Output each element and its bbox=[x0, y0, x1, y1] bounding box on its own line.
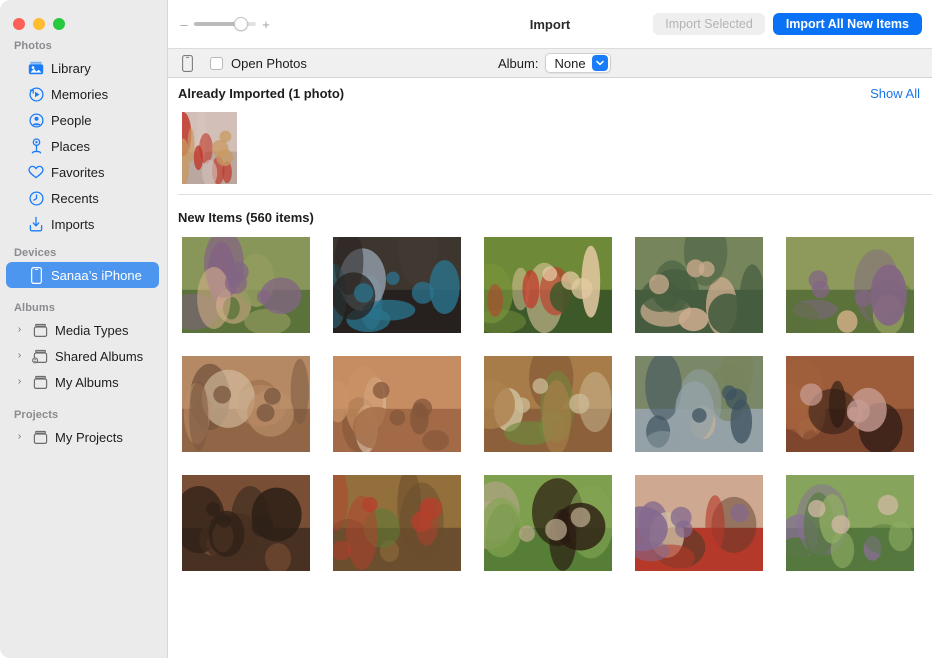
already-imported-header: Already Imported (1 photo) Show All bbox=[168, 78, 932, 108]
sidebar-item-imports[interactable]: Imports bbox=[6, 211, 159, 237]
sidebar-item-label: Media Types bbox=[55, 324, 128, 337]
zoom-out-icon[interactable]: – bbox=[180, 18, 188, 31]
photo-thumbnail[interactable] bbox=[333, 237, 461, 333]
sidebar-item-label: Shared Albums bbox=[55, 350, 143, 363]
clock-icon bbox=[28, 190, 44, 206]
sidebar-item-favorites[interactable]: Favorites bbox=[6, 159, 159, 185]
people-icon bbox=[28, 112, 44, 128]
sidebar-section-header-photos: Photos bbox=[0, 40, 167, 55]
sidebar-item-label: Library bbox=[51, 62, 91, 75]
memories-icon bbox=[28, 86, 44, 102]
photo-thumbnail[interactable] bbox=[786, 475, 914, 571]
sidebar-section-header-devices: Devices bbox=[0, 247, 167, 262]
sidebar-group-devices: Devices Sanaa’s iPhone bbox=[0, 247, 167, 288]
import-content[interactable]: Already Imported (1 photo) Show All New … bbox=[168, 78, 932, 658]
chevron-right-icon[interactable]: › bbox=[14, 325, 25, 335]
chevron-right-icon[interactable]: › bbox=[14, 377, 25, 387]
album-dropdown-value: None bbox=[554, 56, 585, 71]
chevron-right-icon[interactable]: › bbox=[14, 351, 25, 361]
show-all-link[interactable]: Show All bbox=[870, 86, 920, 101]
sidebar-item-memories[interactable]: Memories bbox=[6, 81, 159, 107]
album-icon bbox=[32, 322, 48, 338]
sidebar-group-albums: Albums › Media Types › Shared Albums › My Albu… bbox=[0, 302, 167, 395]
zoom-in-icon[interactable]: + bbox=[262, 18, 270, 31]
zoom-button[interactable] bbox=[53, 18, 65, 30]
photo-thumbnail[interactable] bbox=[484, 475, 612, 571]
photo-thumbnail[interactable] bbox=[635, 356, 763, 452]
shared-album-icon bbox=[32, 348, 48, 364]
photo-thumbnail[interactable] bbox=[182, 237, 310, 333]
photo-thumbnail[interactable] bbox=[484, 356, 612, 452]
sidebar-item-recents[interactable]: Recents bbox=[6, 185, 159, 211]
sidebar-item-label: Imports bbox=[51, 218, 94, 231]
sidebar-groups: Photos Library Memories People Places Favorit… bbox=[0, 40, 167, 450]
photo-thumbnail[interactable] bbox=[182, 356, 310, 452]
sidebar-item-label: Sanaa’s iPhone bbox=[51, 269, 142, 282]
import-all-new-items-button[interactable]: Import All New Items bbox=[773, 13, 922, 35]
sidebar-item-label: Favorites bbox=[51, 166, 104, 179]
sidebar-item-places[interactable]: Places bbox=[6, 133, 159, 159]
close-button[interactable] bbox=[13, 18, 25, 30]
new-items-grid bbox=[168, 229, 932, 571]
album-dropdown[interactable]: None bbox=[545, 53, 610, 73]
photo-thumbnail[interactable] bbox=[333, 356, 461, 452]
photo-thumbnail[interactable] bbox=[786, 356, 914, 452]
photo-thumbnail[interactable] bbox=[333, 475, 461, 571]
toolbar-actions: Import Selected Import All New Items bbox=[653, 13, 922, 35]
album-icon bbox=[32, 374, 48, 390]
sidebar-group-photos: Photos Library Memories People Places Favorit… bbox=[0, 40, 167, 237]
iphone-icon bbox=[28, 267, 44, 283]
photo-thumbnail[interactable] bbox=[786, 237, 914, 333]
device-subtoolbar: Open Photos Album: None bbox=[168, 48, 932, 78]
album-label: Album: bbox=[498, 56, 538, 71]
sidebar-item-shared-albums[interactable]: › Shared Albums bbox=[6, 343, 159, 369]
import-icon bbox=[28, 216, 44, 232]
sidebar: Photos Library Memories People Places Favorit… bbox=[0, 0, 168, 658]
photo-thumbnail[interactable] bbox=[635, 237, 763, 333]
sidebar-section-header-projects: Projects bbox=[0, 409, 167, 424]
places-icon bbox=[28, 138, 44, 154]
thumbnail-zoom-slider[interactable]: – + bbox=[180, 18, 270, 31]
heart-icon bbox=[28, 164, 44, 180]
zoom-slider-track[interactable] bbox=[194, 22, 256, 26]
photo-thumbnail[interactable] bbox=[182, 475, 310, 571]
sidebar-item-label: My Albums bbox=[55, 376, 119, 389]
sidebar-item-label: My Projects bbox=[55, 431, 123, 444]
main-area: – + Import Import Selected Import All Ne… bbox=[168, 0, 932, 658]
photo-thumbnail[interactable] bbox=[635, 475, 763, 571]
traffic-lights bbox=[0, 0, 167, 30]
minimize-button[interactable] bbox=[33, 18, 45, 30]
album-icon bbox=[32, 429, 48, 445]
already-imported-thumbnail[interactable] bbox=[182, 112, 237, 184]
zoom-slider-knob[interactable] bbox=[234, 17, 248, 31]
open-photos-label: Open Photos bbox=[231, 56, 307, 71]
sidebar-item-sanaa-s-iphone[interactable]: Sanaa’s iPhone bbox=[6, 262, 159, 288]
photos-import-window: Photos Library Memories People Places Favorit… bbox=[0, 0, 932, 658]
new-items-title: New Items (560 items) bbox=[178, 210, 314, 225]
open-photos-checkbox[interactable] bbox=[210, 57, 223, 70]
sidebar-item-my-projects[interactable]: › My Projects bbox=[6, 424, 159, 450]
library-icon bbox=[28, 60, 44, 76]
import-selected-button[interactable]: Import Selected bbox=[653, 13, 765, 35]
album-selector-group: Album: None bbox=[498, 53, 611, 73]
sidebar-item-media-types[interactable]: › Media Types bbox=[6, 317, 159, 343]
sidebar-item-label: Recents bbox=[51, 192, 99, 205]
new-items-header: New Items (560 items) bbox=[168, 195, 932, 229]
sidebar-item-label: People bbox=[51, 114, 91, 127]
sidebar-item-label: Memories bbox=[51, 88, 108, 101]
iphone-icon bbox=[182, 54, 196, 72]
sidebar-item-library[interactable]: Library bbox=[6, 55, 159, 81]
chevron-down-icon bbox=[592, 55, 608, 71]
sidebar-item-my-albums[interactable]: › My Albums bbox=[6, 369, 159, 395]
already-imported-title: Already Imported (1 photo) bbox=[178, 86, 344, 101]
sidebar-item-label: Places bbox=[51, 140, 90, 153]
sidebar-item-people[interactable]: People bbox=[6, 107, 159, 133]
chevron-right-icon[interactable]: › bbox=[14, 432, 25, 442]
photo-thumbnail[interactable] bbox=[484, 237, 612, 333]
toolbar: – + Import Import Selected Import All Ne… bbox=[168, 0, 932, 48]
sidebar-group-projects: Projects › My Projects bbox=[0, 409, 167, 450]
already-imported-strip bbox=[168, 108, 932, 194]
sidebar-section-header-albums: Albums bbox=[0, 302, 167, 317]
